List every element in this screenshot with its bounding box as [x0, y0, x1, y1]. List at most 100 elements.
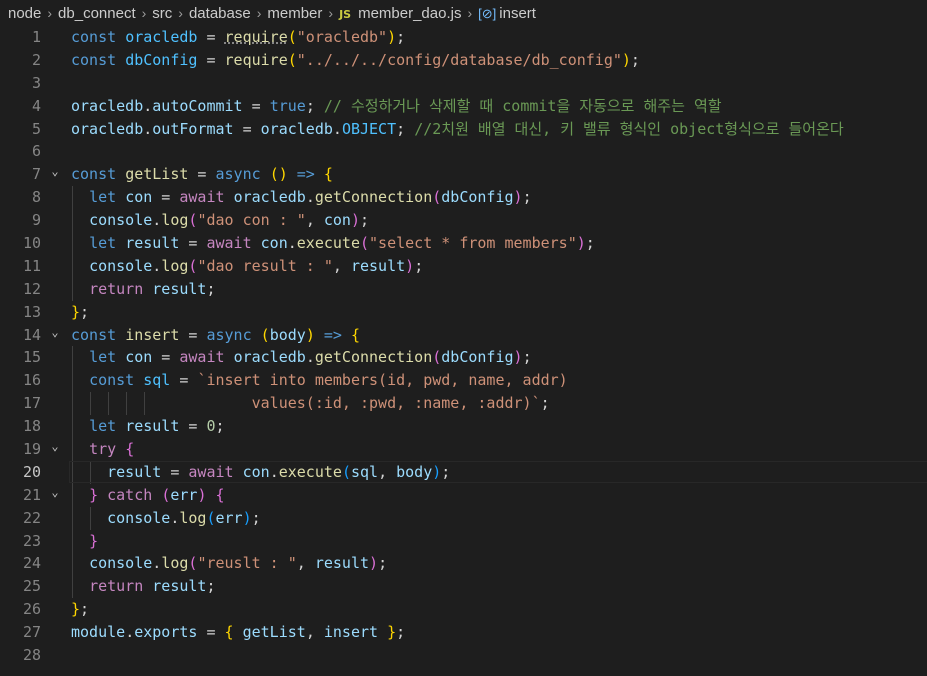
fold-chevron-icon[interactable]: ⌄	[48, 160, 62, 183]
line-number: 9	[31, 211, 41, 230]
code-token: oracledb	[260, 119, 333, 138]
line-number: 11	[22, 256, 41, 275]
code-line[interactable]: 15 let con = await oracledb.getConnectio…	[0, 346, 927, 370]
fold-chevron-icon[interactable]: ⌄	[48, 435, 62, 458]
code-line[interactable]: 22 console.log(err);	[0, 506, 927, 530]
code-line[interactable]: 18 let result = 0;	[0, 415, 927, 439]
code-line[interactable]: 2 const dbConfig = require("../../../conf…	[0, 49, 927, 72]
code-token: ;	[360, 211, 370, 230]
code-line[interactable]: 12 return result;	[0, 277, 927, 301]
code-line[interactable]: 9 console.log("dao con : ", con);	[0, 209, 927, 233]
code-token: let	[89, 234, 126, 253]
code-token: .	[332, 119, 342, 138]
code-token: (	[432, 188, 442, 207]
code-token: )	[405, 256, 415, 275]
line-number: 22	[22, 508, 41, 527]
code-line[interactable]: 21 ⌄ } catch (err) {	[0, 481, 927, 507]
code-token: result	[152, 279, 207, 298]
line-number: 7	[31, 165, 41, 184]
code-token: )	[621, 50, 631, 69]
code-text: let result = 0;	[71, 415, 224, 438]
code-line[interactable]: 16 const sql = `insert into members(id, …	[0, 369, 927, 393]
code-line[interactable]: 11 console.log("dao result : ", result);	[0, 254, 927, 278]
code-line[interactable]: 17 values(:id, :pwd, :name, :addr)`;	[0, 392, 927, 416]
code-token: await	[179, 348, 234, 367]
code-line[interactable]: 6	[0, 140, 927, 163]
code-line[interactable]: 8 let con = await oracledb.getConnection…	[0, 186, 927, 210]
chevron-right-icon: ›	[467, 5, 473, 21]
code-line[interactable]: 27 module.exports = { getList, insert };	[0, 621, 927, 644]
line-number: 10	[22, 234, 41, 253]
code-line[interactable]: 1 const oracledb = require("oracledb");	[0, 26, 927, 49]
code-line[interactable]: 10 let result = await con.execute("selec…	[0, 232, 927, 255]
line-number: 19	[22, 440, 41, 459]
code-token: )	[387, 28, 397, 46]
code-token: require	[224, 50, 288, 69]
code-text: console.log("reuslt : ", result);	[71, 552, 387, 575]
code-token: body	[396, 462, 433, 481]
code-token: dbConfig	[441, 348, 514, 367]
code-token: //2치원 배열 대신, 키 밸류 형식인 object형식으로 들어온다	[414, 119, 844, 138]
code-token: const	[71, 325, 126, 344]
code-editor[interactable]: 1 const oracledb = require("oracledb"); 2 c…	[0, 26, 927, 667]
code-token: ;	[206, 577, 216, 596]
code-text: console.log(err);	[71, 507, 261, 530]
line-number: 13	[22, 302, 41, 321]
breadcrumb-file[interactable]: JS member_dao.js	[339, 5, 461, 22]
fold-chevron-icon[interactable]: ⌄	[48, 321, 62, 344]
code-token: "../../../config/database/db_config"	[296, 50, 622, 69]
code-token: =	[152, 188, 180, 207]
code-text: return result;	[71, 278, 215, 301]
code-line[interactable]: 14 ⌄ const insert = async (body) => {	[0, 324, 927, 347]
code-token: "dao result : "	[197, 256, 333, 275]
code-line[interactable]: 24 console.log("reuslt : ", result);	[0, 552, 927, 576]
breadcrumb-item-db-connect[interactable]: db_connect	[58, 5, 136, 22]
code-token: .	[305, 348, 315, 367]
code-line[interactable]: 23 }	[0, 529, 927, 553]
breadcrumb-item-src[interactable]: src	[152, 5, 172, 22]
code-token: getList	[242, 623, 306, 642]
code-line[interactable]: 25 return result;	[0, 575, 927, 599]
code-token: autoCommit	[152, 96, 243, 115]
code-line[interactable]: 7 ⌄ const getList = async () => {	[0, 163, 927, 186]
code-token: "select * from members"	[369, 234, 577, 253]
line-number: 18	[22, 417, 41, 436]
code-token: ;	[80, 302, 90, 321]
code-line[interactable]: 19 ⌄ try {	[0, 438, 927, 461]
code-token: =	[197, 623, 225, 642]
code-token: =	[179, 234, 207, 253]
code-token: const	[89, 371, 144, 390]
breadcrumb-symbol[interactable]: [⊘] insert	[478, 5, 536, 22]
code-line[interactable]: 5 oracledb.outFormat = oracledb.OBJECT; /…	[0, 118, 927, 141]
code-token: .	[152, 554, 162, 573]
code-token: }	[71, 600, 81, 619]
code-line[interactable]: 4 oracledb.autoCommit = true; // 수정하거나 삭제…	[0, 95, 927, 118]
code-line[interactable]: 3	[0, 72, 927, 95]
code-token: con	[260, 234, 288, 253]
code-token: oracledb	[233, 348, 306, 367]
code-token: "dao con : "	[197, 211, 306, 230]
breadcrumb-item-member[interactable]: member	[267, 5, 322, 22]
code-line[interactable]: 26};	[0, 598, 927, 621]
line-number: 24	[22, 554, 41, 573]
code-line[interactable]: 20 result = await con.execute(sql, body)…	[0, 460, 927, 484]
code-line[interactable]: 28	[0, 644, 927, 667]
breadcrumb-item-node[interactable]: node	[8, 5, 41, 22]
code-token: log	[161, 256, 189, 275]
code-token: ;	[414, 256, 424, 275]
breadcrumb-item-database[interactable]: database	[189, 5, 251, 22]
code-token: =	[197, 28, 225, 46]
code-token: {	[215, 485, 225, 504]
code-line[interactable]: 13};	[0, 301, 927, 324]
code-text: return result;	[71, 575, 216, 598]
fold-chevron-icon[interactable]: ⌄	[48, 481, 62, 504]
code-token: ;	[585, 234, 595, 253]
code-text: let result = await con.execute("select *…	[71, 232, 595, 255]
code-token: )	[576, 234, 586, 253]
